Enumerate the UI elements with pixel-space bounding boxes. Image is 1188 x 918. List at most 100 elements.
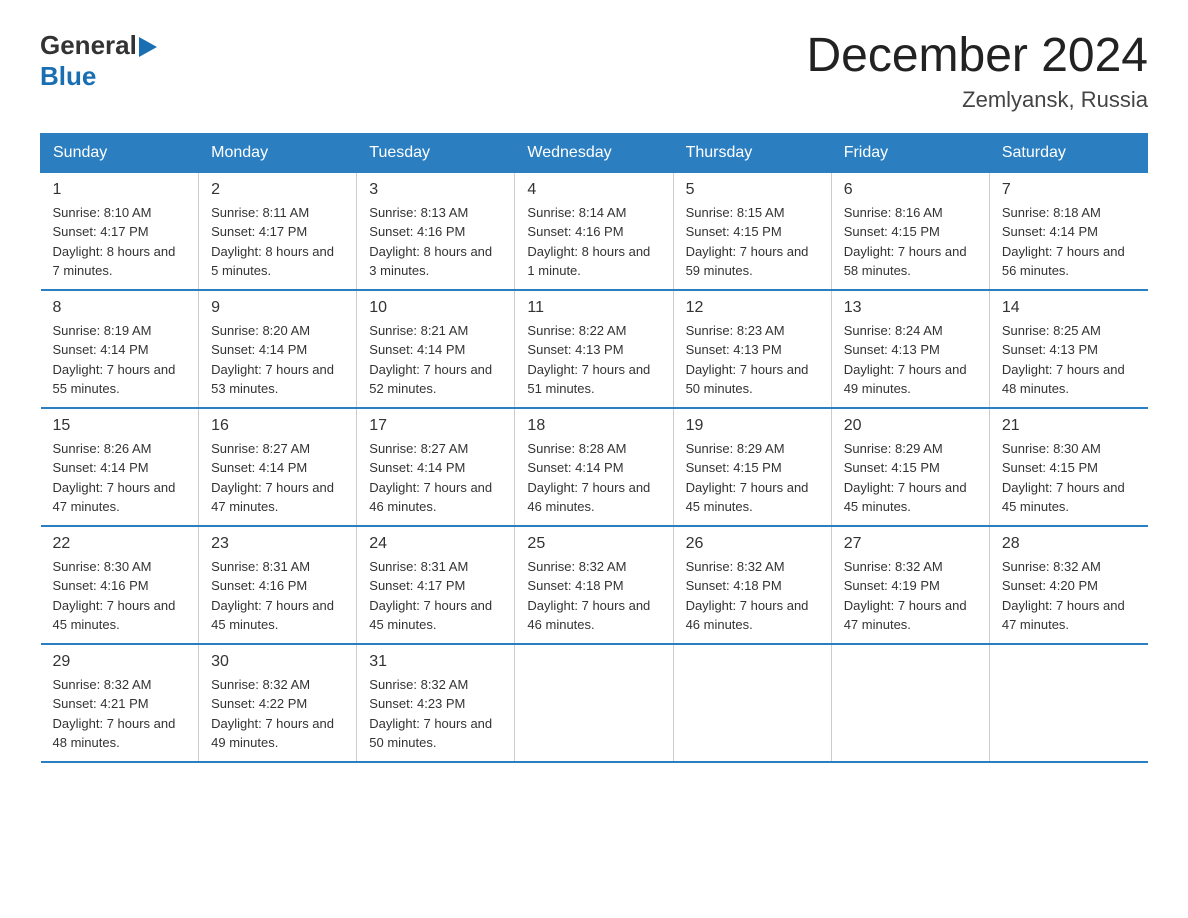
day-number: 3	[369, 181, 502, 199]
day-info: Sunrise: 8:32 AMSunset: 4:20 PMDaylight:…	[1002, 557, 1136, 635]
day-info: Sunrise: 8:18 AMSunset: 4:14 PMDaylight:…	[1002, 203, 1136, 281]
day-info: Sunrise: 8:32 AMSunset: 4:18 PMDaylight:…	[527, 557, 660, 635]
weekday-header-tuesday: Tuesday	[357, 133, 515, 172]
day-number: 26	[686, 535, 819, 553]
day-info: Sunrise: 8:21 AMSunset: 4:14 PMDaylight:…	[369, 321, 502, 399]
calendar-cell: 25 Sunrise: 8:32 AMSunset: 4:18 PMDayligh…	[515, 526, 673, 644]
weekday-header-saturday: Saturday	[989, 133, 1147, 172]
day-info: Sunrise: 8:26 AMSunset: 4:14 PMDaylight:…	[53, 439, 187, 517]
day-info: Sunrise: 8:24 AMSunset: 4:13 PMDaylight:…	[844, 321, 977, 399]
calendar-cell: 19Sunrise: 8:29 AMSunset: 4:15 PMDayligh…	[673, 408, 831, 526]
calendar-cell: 11 Sunrise: 8:22 AMSunset: 4:13 PMDayligh…	[515, 290, 673, 408]
calendar-cell: 23Sunrise: 8:31 AMSunset: 4:16 PMDayligh…	[199, 526, 357, 644]
calendar-cell: 18Sunrise: 8:28 AMSunset: 4:14 PMDayligh…	[515, 408, 673, 526]
calendar-cell: 16Sunrise: 8:27 AMSunset: 4:14 PMDayligh…	[199, 408, 357, 526]
day-number: 25	[527, 535, 660, 553]
calendar-cell: 29 Sunrise: 8:32 AMSunset: 4:21 PMDayligh…	[41, 644, 199, 762]
weekday-header-wednesday: Wednesday	[515, 133, 673, 172]
calendar-cell: 3 Sunrise: 8:13 AMSunset: 4:16 PMDaylight…	[357, 172, 515, 290]
day-number: 4	[527, 181, 660, 199]
day-number: 1	[53, 181, 187, 199]
day-number: 17	[369, 417, 502, 435]
calendar-cell	[989, 644, 1147, 762]
day-number: 29	[53, 653, 187, 671]
day-info: Sunrise: 8:15 AMSunset: 4:15 PMDaylight:…	[686, 203, 819, 281]
day-info: Sunrise: 8:30 AMSunset: 4:15 PMDaylight:…	[1002, 439, 1136, 517]
day-info: Sunrise: 8:31 AMSunset: 4:17 PMDaylight:…	[369, 557, 502, 635]
location: Zemlyansk, Russia	[806, 87, 1148, 113]
day-number: 28	[1002, 535, 1136, 553]
calendar-cell	[515, 644, 673, 762]
day-info: Sunrise: 8:32 AMSunset: 4:18 PMDaylight:…	[686, 557, 819, 635]
week-row-2: 8 Sunrise: 8:19 AMSunset: 4:14 PMDaylight…	[41, 290, 1148, 408]
day-info: Sunrise: 8:19 AMSunset: 4:14 PMDaylight:…	[53, 321, 187, 399]
day-info: Sunrise: 8:27 AMSunset: 4:14 PMDaylight:…	[211, 439, 344, 517]
day-number: 15	[53, 417, 187, 435]
title-section: December 2024 Zemlyansk, Russia	[806, 30, 1148, 113]
weekday-header-sunday: Sunday	[41, 133, 199, 172]
day-number: 18	[527, 417, 660, 435]
day-number: 21	[1002, 417, 1136, 435]
day-number: 30	[211, 653, 344, 671]
calendar-cell: 30 Sunrise: 8:32 AMSunset: 4:22 PMDayligh…	[199, 644, 357, 762]
calendar-cell: 8 Sunrise: 8:19 AMSunset: 4:14 PMDaylight…	[41, 290, 199, 408]
day-info: Sunrise: 8:32 AMSunset: 4:21 PMDaylight:…	[53, 675, 187, 753]
day-number: 31	[369, 653, 502, 671]
day-info: Sunrise: 8:11 AMSunset: 4:17 PMDaylight:…	[211, 203, 344, 281]
logo: General Blue	[40, 30, 159, 92]
calendar-cell: 14Sunrise: 8:25 AMSunset: 4:13 PMDayligh…	[989, 290, 1147, 408]
day-info: Sunrise: 8:23 AMSunset: 4:13 PMDaylight:…	[686, 321, 819, 399]
week-row-4: 22Sunrise: 8:30 AMSunset: 4:16 PMDayligh…	[41, 526, 1148, 644]
calendar-cell: 24 Sunrise: 8:31 AMSunset: 4:17 PMDayligh…	[357, 526, 515, 644]
calendar-cell	[831, 644, 989, 762]
calendar-cell: 21 Sunrise: 8:30 AMSunset: 4:15 PMDayligh…	[989, 408, 1147, 526]
day-number: 20	[844, 417, 977, 435]
day-number: 12	[686, 299, 819, 317]
week-row-5: 29 Sunrise: 8:32 AMSunset: 4:21 PMDayligh…	[41, 644, 1148, 762]
day-number: 6	[844, 181, 977, 199]
day-number: 10	[369, 299, 502, 317]
calendar-cell: 22Sunrise: 8:30 AMSunset: 4:16 PMDayligh…	[41, 526, 199, 644]
weekday-header-thursday: Thursday	[673, 133, 831, 172]
day-info: Sunrise: 8:32 AMSunset: 4:19 PMDaylight:…	[844, 557, 977, 635]
calendar-cell: 28 Sunrise: 8:32 AMSunset: 4:20 PMDayligh…	[989, 526, 1147, 644]
day-info: Sunrise: 8:13 AMSunset: 4:16 PMDaylight:…	[369, 203, 502, 281]
day-number: 7	[1002, 181, 1136, 199]
day-info: Sunrise: 8:20 AMSunset: 4:14 PMDaylight:…	[211, 321, 344, 399]
calendar-cell: 12 Sunrise: 8:23 AMSunset: 4:13 PMDayligh…	[673, 290, 831, 408]
calendar-table: SundayMondayTuesdayWednesdayThursdayFrid…	[40, 133, 1148, 763]
day-number: 13	[844, 299, 977, 317]
calendar-cell: 1 Sunrise: 8:10 AMSunset: 4:17 PMDaylight…	[41, 172, 199, 290]
day-number: 2	[211, 181, 344, 199]
day-number: 11	[527, 299, 660, 317]
calendar-cell	[673, 644, 831, 762]
day-info: Sunrise: 8:16 AMSunset: 4:15 PMDaylight:…	[844, 203, 977, 281]
day-number: 9	[211, 299, 344, 317]
calendar-cell: 17 Sunrise: 8:27 AMSunset: 4:14 PMDayligh…	[357, 408, 515, 526]
page-header: General Blue December 2024 Zemlyansk, Ru…	[40, 30, 1148, 113]
day-info: Sunrise: 8:29 AMSunset: 4:15 PMDaylight:…	[686, 439, 819, 517]
calendar-cell: 27 Sunrise: 8:32 AMSunset: 4:19 PMDayligh…	[831, 526, 989, 644]
calendar-cell: 26 Sunrise: 8:32 AMSunset: 4:18 PMDayligh…	[673, 526, 831, 644]
month-title: December 2024	[806, 30, 1148, 83]
day-info: Sunrise: 8:14 AMSunset: 4:16 PMDaylight:…	[527, 203, 660, 281]
calendar-cell: 15 Sunrise: 8:26 AMSunset: 4:14 PMDayligh…	[41, 408, 199, 526]
day-info: Sunrise: 8:29 AMSunset: 4:15 PMDaylight:…	[844, 439, 977, 517]
weekday-header-row: SundayMondayTuesdayWednesdayThursdayFrid…	[41, 133, 1148, 172]
weekday-header-monday: Monday	[199, 133, 357, 172]
calendar-cell: 31Sunrise: 8:32 AMSunset: 4:23 PMDayligh…	[357, 644, 515, 762]
day-info: Sunrise: 8:10 AMSunset: 4:17 PMDaylight:…	[53, 203, 187, 281]
day-number: 24	[369, 535, 502, 553]
day-number: 22	[53, 535, 187, 553]
calendar-cell: 13 Sunrise: 8:24 AMSunset: 4:13 PMDayligh…	[831, 290, 989, 408]
day-info: Sunrise: 8:27 AMSunset: 4:14 PMDaylight:…	[369, 439, 502, 517]
day-info: Sunrise: 8:32 AMSunset: 4:22 PMDaylight:…	[211, 675, 344, 753]
day-info: Sunrise: 8:31 AMSunset: 4:16 PMDaylight:…	[211, 557, 344, 635]
calendar-cell: 2 Sunrise: 8:11 AMSunset: 4:17 PMDaylight…	[199, 172, 357, 290]
day-info: Sunrise: 8:25 AMSunset: 4:13 PMDaylight:…	[1002, 321, 1136, 399]
calendar-cell: 9 Sunrise: 8:20 AMSunset: 4:14 PMDaylight…	[199, 290, 357, 408]
calendar-cell: 5Sunrise: 8:15 AMSunset: 4:15 PMDaylight…	[673, 172, 831, 290]
day-number: 8	[53, 299, 187, 317]
day-info: Sunrise: 8:22 AMSunset: 4:13 PMDaylight:…	[527, 321, 660, 399]
day-number: 27	[844, 535, 977, 553]
